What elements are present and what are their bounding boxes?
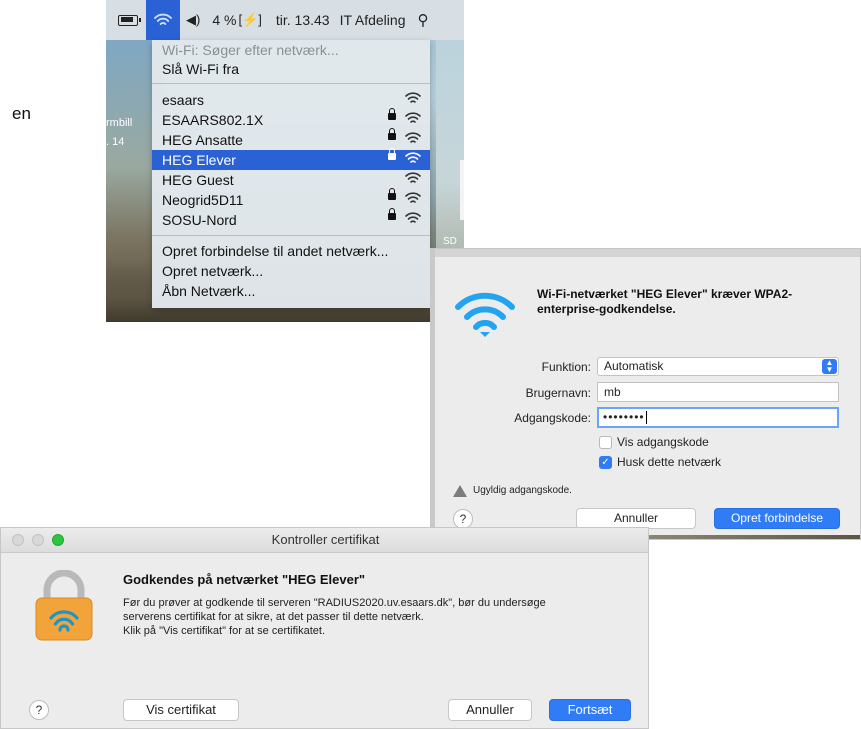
show-password-label[interactable]: Vis adgangskode <box>617 435 709 449</box>
network-name: HEG Ansatte <box>162 132 243 148</box>
username-label: Brugernavn: <box>525 386 591 400</box>
wifi-signal-icon <box>405 212 421 223</box>
turn-wifi-off-item[interactable]: Slå Wi-Fi fra <box>152 59 430 79</box>
wifi-signal-icon <box>405 112 421 123</box>
battery-percent: 4 % <box>212 12 237 28</box>
wifi-signal-icon <box>405 152 421 163</box>
password-label: Adgangskode: <box>514 411 591 425</box>
window-title: Kontroller certifikat <box>271 532 380 547</box>
cert-body-line: Før du prøver at godkende til serveren "… <box>123 597 546 609</box>
wpa2-auth-dialog: Wi-Fi-netværket "HEG Elever" kræver WPA2… <box>430 248 861 540</box>
select-arrows-icon: ▲ ▼ <box>822 359 837 374</box>
lock-icon <box>388 188 396 200</box>
continue-button[interactable]: Fortsæt <box>549 699 631 721</box>
cert-body-line: Klik på "Vis certifikat" for at se certi… <box>123 625 326 637</box>
wifi-signal-icon <box>405 92 421 103</box>
lock-icon <box>388 148 396 160</box>
network-name: SOSU-Nord <box>162 212 237 228</box>
network-name: ESAARS802.1X <box>162 112 264 128</box>
window-edge <box>431 249 860 257</box>
menu-divider <box>152 235 430 236</box>
function-select[interactable]: Automatisk ▲ ▼ <box>597 357 839 376</box>
invalid-password-warning: Ugyldig adgangskode. <box>473 485 572 496</box>
cert-body-text: Før du prøver at godkende til serveren "… <box>123 596 633 638</box>
wifi-dropdown-menu: Wi-Fi: Søger efter netværk... Slå Wi-Fi … <box>152 40 430 308</box>
desktop-label: . 14 <box>106 136 125 148</box>
help-button[interactable]: ? <box>29 700 49 720</box>
cancel-button[interactable]: Annuller <box>448 699 532 721</box>
desktop-label: SD <box>443 236 457 247</box>
battery-charging-icon[interactable]: [⚡] <box>238 12 261 28</box>
wifi-signal-icon <box>405 172 421 183</box>
network-name: esaars <box>162 92 205 108</box>
network-name: HEG Guest <box>162 172 234 188</box>
verify-certificate-dialog: Kontroller certifikat Godkendes på netvæ… <box>0 527 649 729</box>
wifi-status-button[interactable] <box>146 0 180 40</box>
volume-icon[interactable]: ◀) <box>186 12 200 28</box>
cert-heading: Godkendes på netværket "HEG Elever" <box>123 572 366 587</box>
lock-wifi-icon <box>35 570 93 641</box>
connect-button[interactable]: Opret forbindelse <box>714 508 840 529</box>
show-certificate-button[interactable]: Vis certifikat <box>123 699 239 721</box>
network-item[interactable]: HEG Guest <box>152 170 430 190</box>
password-input[interactable]: •••••••• <box>597 407 839 428</box>
network-name: HEG Elever <box>162 152 236 168</box>
wifi-status-text: Wi-Fi: Søger efter netværk... <box>162 42 339 58</box>
dialog-message: Wi-Fi-netværket "HEG Elever" kræver WPA2… <box>537 287 793 316</box>
username-input[interactable]: mb <box>597 382 839 402</box>
wifi-icon <box>455 292 515 337</box>
text-caret <box>645 411 647 425</box>
wifi-signal-icon <box>405 132 421 143</box>
desktop-label: rmbill <box>106 117 133 129</box>
show-password-checkbox[interactable] <box>599 436 612 449</box>
network-item[interactable]: ESAARS802.1X <box>152 108 430 130</box>
function-label: Funktion: <box>541 360 591 374</box>
help-button[interactable]: ? <box>453 509 473 529</box>
menu-bar-user[interactable]: IT Afdeling <box>340 12 406 28</box>
lock-icon <box>388 208 396 220</box>
warning-icon <box>453 485 467 497</box>
network-item[interactable]: Neogrid5D11 <box>152 188 430 210</box>
remember-network-checkbox[interactable]: ✓ <box>599 456 612 469</box>
wifi-icon <box>154 13 172 25</box>
lock-icon <box>388 108 396 120</box>
cert-body-line: serverens certifikat for at sikre, at de… <box>123 611 424 623</box>
remember-network-label[interactable]: Husk dette netværk <box>617 455 721 469</box>
network-item[interactable]: HEG Elever <box>152 148 430 170</box>
join-other-network-item[interactable]: Opret forbindelse til andet netværk... <box>152 241 430 261</box>
wifi-signal-icon <box>405 192 421 203</box>
spotlight-search-icon[interactable]: ⚲ <box>417 11 428 29</box>
function-select-value: Automatisk <box>604 359 664 373</box>
menu-bar-clock[interactable]: tir. 13.43 <box>276 12 330 28</box>
network-item[interactable]: SOSU-Nord <box>152 208 430 230</box>
title-bar: Kontroller certifikat <box>1 528 648 553</box>
network-name: Neogrid5D11 <box>162 192 244 208</box>
network-item[interactable]: esaars <box>152 90 430 110</box>
lock-icon <box>388 128 396 140</box>
network-item[interactable]: HEG Ansatte <box>152 128 430 150</box>
menu-bar: ◀) 4 % [⚡] tir. 13.43 IT Afdeling ⚲ <box>106 0 464 40</box>
cancel-button[interactable]: Annuller <box>576 508 696 529</box>
partial-text: en <box>12 104 31 123</box>
create-network-item[interactable]: Opret netværk... <box>152 261 430 281</box>
open-network-preferences-item[interactable]: Åbn Netværk... <box>152 281 430 301</box>
password-value: •••••••• <box>603 410 645 424</box>
menu-divider <box>152 83 430 84</box>
wifi-menu-screenshot: rmbill . 14 SD ◀) 4 % [⚡] tir. 13.43 IT … <box>106 0 464 322</box>
battery-icon[interactable] <box>118 14 141 26</box>
desktop-window-edge <box>460 160 464 220</box>
